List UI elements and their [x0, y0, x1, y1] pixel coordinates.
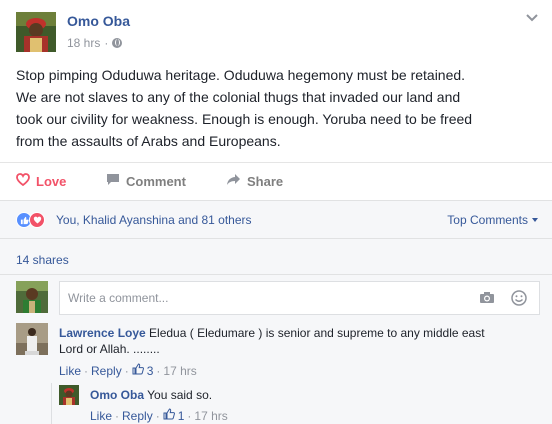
post-author-name[interactable]: Omo Oba — [67, 13, 130, 29]
love-reaction-icon — [29, 212, 45, 228]
smiley-icon[interactable] — [511, 290, 527, 309]
comment-like-link[interactable]: Like — [59, 364, 81, 378]
reply-like-count[interactable]: 1 — [178, 409, 185, 423]
globe-icon — [112, 38, 123, 48]
camera-icon[interactable] — [479, 291, 495, 307]
comments-section: Write a comment... Lawrence Loye Eledua … — [0, 274, 552, 424]
comment-text: Eledua ( Eledumare ) is senior and supre… — [145, 326, 485, 340]
share-button[interactable]: Share — [226, 173, 283, 189]
reply-like-link[interactable]: Like — [90, 409, 112, 423]
reply-body: Omo Oba You said so. — [90, 387, 530, 403]
caret-down-icon — [532, 218, 538, 222]
post-meta: 18 hrs · — [67, 36, 123, 50]
author-avatar[interactable] — [16, 12, 56, 52]
reply-actions: Like · Reply · 1 · 17 hrs — [90, 408, 228, 423]
reply-thread-line — [51, 383, 52, 424]
chevron-down-icon[interactable] — [526, 12, 538, 22]
reaction-icons[interactable] — [16, 212, 45, 228]
separator: · — [84, 363, 89, 378]
love-heart-icon — [16, 173, 30, 189]
comment-input[interactable]: Write a comment... — [68, 291, 168, 305]
separator: · — [115, 408, 120, 423]
reply-text: You said so. — [144, 388, 213, 402]
comment-author-name[interactable]: Lawrence Loye — [59, 326, 146, 340]
facebook-post: Omo Oba 18 hrs · Stop pimping Oduduwa he… — [0, 0, 552, 424]
comment-actions: Like · Reply · 3 · 17 hrs — [59, 363, 197, 378]
comment-icon — [106, 173, 120, 189]
shares-bar: 14 shares — [0, 238, 552, 274]
shares-count[interactable]: 14 shares — [16, 253, 69, 267]
comment-timestamp[interactable]: 17 hrs — [163, 364, 196, 378]
post-body-text: Stop pimping Oduduwa heritage. Oduduwa h… — [16, 67, 473, 149]
separator: · — [156, 363, 161, 378]
comment-button[interactable]: Comment — [106, 173, 186, 189]
comment-like-count[interactable]: 3 — [147, 364, 154, 378]
reactions-summary-text[interactable]: You, Khalid Ayanshina and 81 others — [56, 213, 252, 227]
love-label: Love — [36, 173, 67, 189]
comment-body: Lawrence Loye Eledua ( Eledumare ) is se… — [59, 325, 539, 357]
separator: · — [155, 408, 160, 423]
comment-composer[interactable]: Write a comment... — [59, 281, 540, 315]
reply-reply-link[interactable]: Reply — [122, 409, 153, 423]
comment-reply-link[interactable]: Reply — [91, 364, 122, 378]
post-timestamp[interactable]: 18 hrs — [67, 36, 100, 50]
post-action-bar: Love Comment Share — [0, 162, 552, 200]
separator: · — [124, 363, 129, 378]
reply-author-name[interactable]: Omo Oba — [90, 388, 144, 402]
share-arrow-icon — [226, 173, 241, 189]
thumbs-up-icon[interactable] — [163, 408, 175, 423]
reactions-summary-bar: You, Khalid Ayanshina and 81 others Top … — [0, 200, 552, 238]
reply-author-avatar[interactable] — [59, 385, 79, 405]
share-label: Share — [247, 173, 284, 189]
top-comments-label: Top Comments — [447, 213, 528, 227]
top-comments-dropdown[interactable]: Top Comments — [447, 213, 538, 227]
meta-separator: · — [104, 36, 109, 50]
love-button[interactable]: Love — [16, 173, 66, 189]
separator: · — [187, 408, 192, 423]
composer-avatar — [16, 281, 48, 313]
comment-text-continued: Lord or Allah. ........ — [59, 342, 160, 356]
comment-label: Comment — [126, 173, 186, 189]
reply-timestamp[interactable]: 17 hrs — [194, 409, 227, 423]
thumbs-up-icon[interactable] — [132, 363, 144, 378]
commenter-avatar[interactable] — [16, 323, 48, 355]
